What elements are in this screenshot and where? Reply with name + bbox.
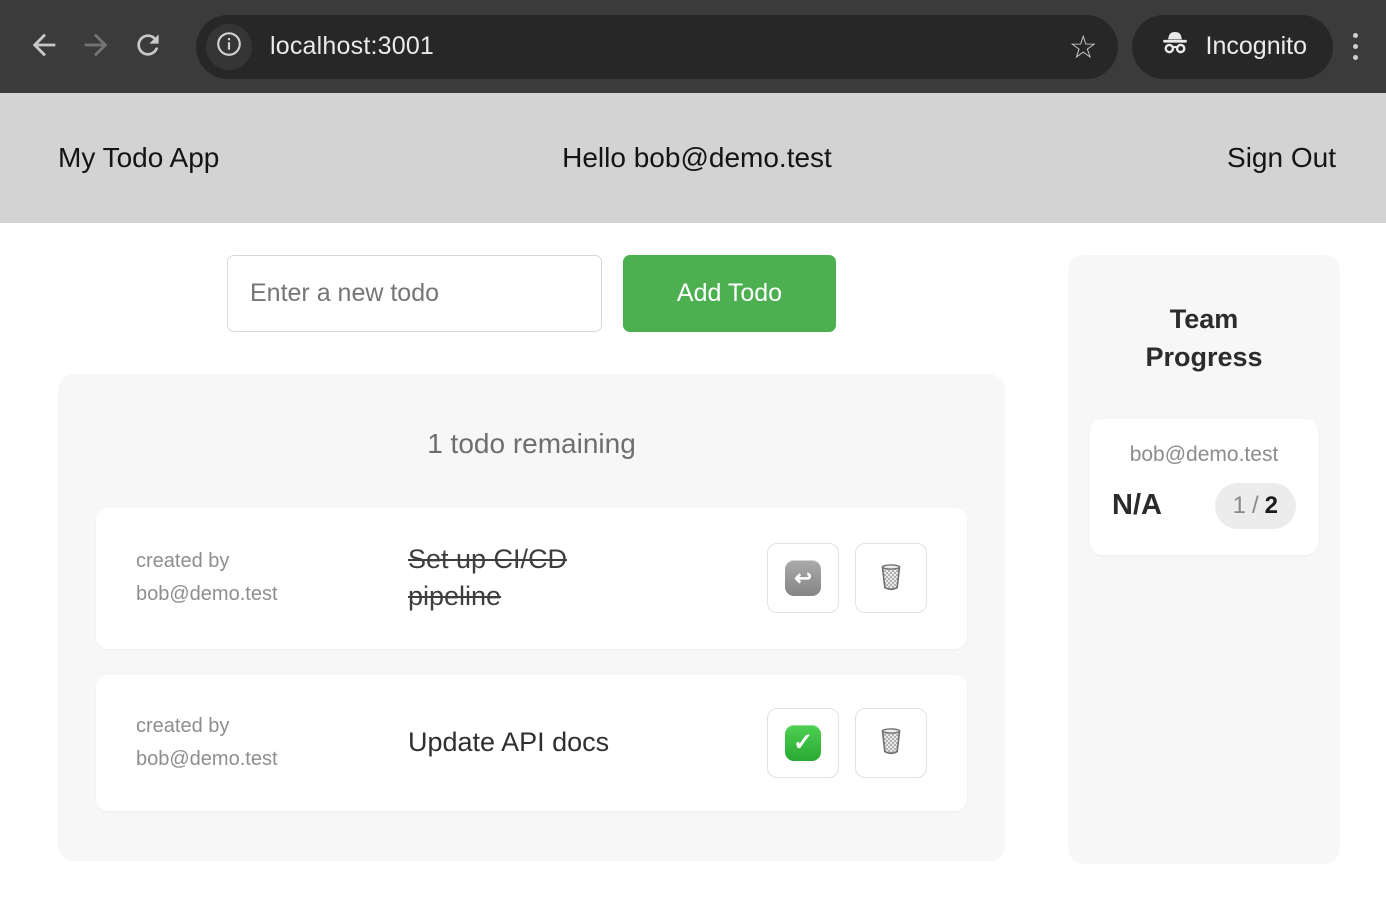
greeting-text: Hello bob@demo.test [434, 142, 960, 174]
todo-creator: bob@demo.test [136, 578, 376, 611]
url-text[interactable]: localhost:3001 [270, 32, 1069, 61]
browser-toolbar: localhost:3001 ☆ Incognito [0, 0, 1386, 93]
app-title: My Todo App [58, 142, 434, 174]
team-member-card: bob@demo.test N/A 1/2 [1090, 419, 1318, 555]
kebab-menu-icon [1353, 33, 1358, 60]
toggle-todo-button[interactable]: ↩ [767, 543, 839, 613]
reload-button[interactable] [122, 21, 174, 73]
trash-icon [873, 559, 909, 598]
forward-icon [79, 28, 113, 65]
todo-remaining-summary: 1 todo remaining [96, 428, 967, 460]
todo-list-card: 1 todo remaining created by bob@demo.tes… [58, 374, 1005, 861]
total-count: 2 [1265, 492, 1278, 519]
incognito-badge: Incognito [1132, 15, 1333, 79]
todo-main-column: Add Todo 1 todo remaining created by bob… [58, 255, 1005, 861]
info-icon [214, 29, 244, 64]
add-todo-button[interactable]: Add Todo [623, 255, 836, 332]
star-icon: ☆ [1069, 29, 1098, 65]
back-button[interactable] [18, 21, 70, 73]
member-progress-badge: 1/2 [1215, 483, 1296, 529]
add-todo-form: Add Todo [58, 255, 1005, 332]
check-icon: ✓ [785, 725, 821, 761]
incognito-icon [1158, 26, 1192, 67]
incognito-label: Incognito [1206, 32, 1307, 61]
todo-creator: bob@demo.test [136, 743, 376, 776]
app-header: My Todo App Hello bob@demo.test Sign Out [0, 93, 1386, 223]
todo-text: Set up CI/CD pipeline [408, 541, 658, 616]
todo-item: created by bob@demo.test Update API docs… [96, 675, 967, 811]
progress-separator: / [1252, 492, 1259, 519]
forward-button[interactable] [70, 21, 122, 73]
bookmark-star-button[interactable]: ☆ [1069, 31, 1098, 63]
todo-item: created by bob@demo.test Set up CI/CD pi… [96, 508, 967, 649]
completed-count: 1 [1233, 492, 1246, 519]
member-progress-row: N/A 1/2 [1112, 483, 1296, 529]
sign-out-button[interactable]: Sign Out [960, 142, 1336, 174]
todo-meta: created by bob@demo.test [136, 545, 376, 611]
reload-icon [132, 29, 164, 64]
todo-actions: ↩ [767, 543, 927, 613]
delete-todo-button[interactable] [855, 708, 927, 778]
delete-todo-button[interactable] [855, 543, 927, 613]
back-icon [27, 28, 61, 65]
page-content: Add Todo 1 todo remaining created by bob… [0, 223, 1386, 864]
undo-icon: ↩ [785, 560, 821, 596]
browser-menu-button[interactable] [1353, 33, 1358, 60]
member-status: N/A [1112, 489, 1162, 522]
member-email: bob@demo.test [1112, 443, 1296, 467]
trash-icon [873, 723, 909, 762]
site-info-button[interactable] [206, 24, 252, 70]
toggle-todo-button[interactable]: ✓ [767, 708, 839, 778]
todo-actions: ✓ [767, 708, 927, 778]
created-by-label: created by [136, 710, 376, 743]
todo-meta: created by bob@demo.test [136, 710, 376, 776]
team-progress-title: Team Progress [1124, 301, 1284, 377]
team-progress-panel: Team Progress bob@demo.test N/A 1/2 [1068, 255, 1340, 864]
created-by-label: created by [136, 545, 376, 578]
address-bar[interactable]: localhost:3001 ☆ [196, 15, 1118, 79]
todo-text: Update API docs [408, 724, 658, 761]
new-todo-input[interactable] [227, 255, 602, 332]
